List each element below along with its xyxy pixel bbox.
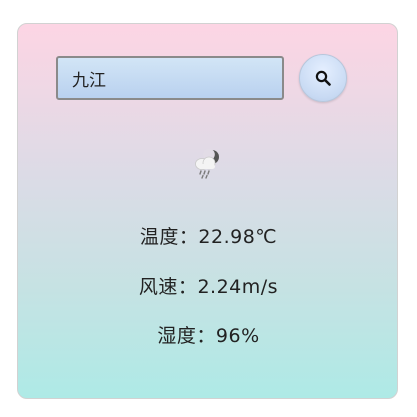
search-button[interactable] (299, 54, 347, 102)
cloud-rain-night-icon (195, 148, 219, 179)
temperature-row: 温度：22.98℃ (18, 222, 399, 249)
wind-speed-label: 风速： (138, 276, 198, 298)
humidity-row: 湿度：96% (18, 321, 399, 348)
humidity-value: 96% (215, 325, 260, 347)
wind-speed-value: 2.24m/s (197, 276, 279, 298)
wind-speed-row: 风速：2.24m/s (18, 272, 399, 299)
city-search-input[interactable] (56, 56, 284, 100)
weather-card: 温度：22.98℃ 风速：2.24m/s 湿度：96% (17, 23, 398, 399)
temperature-value: 22.98℃ (198, 226, 278, 248)
search-icon (315, 70, 331, 86)
temperature-label: 温度： (139, 226, 199, 248)
humidity-label: 湿度： (157, 325, 216, 347)
